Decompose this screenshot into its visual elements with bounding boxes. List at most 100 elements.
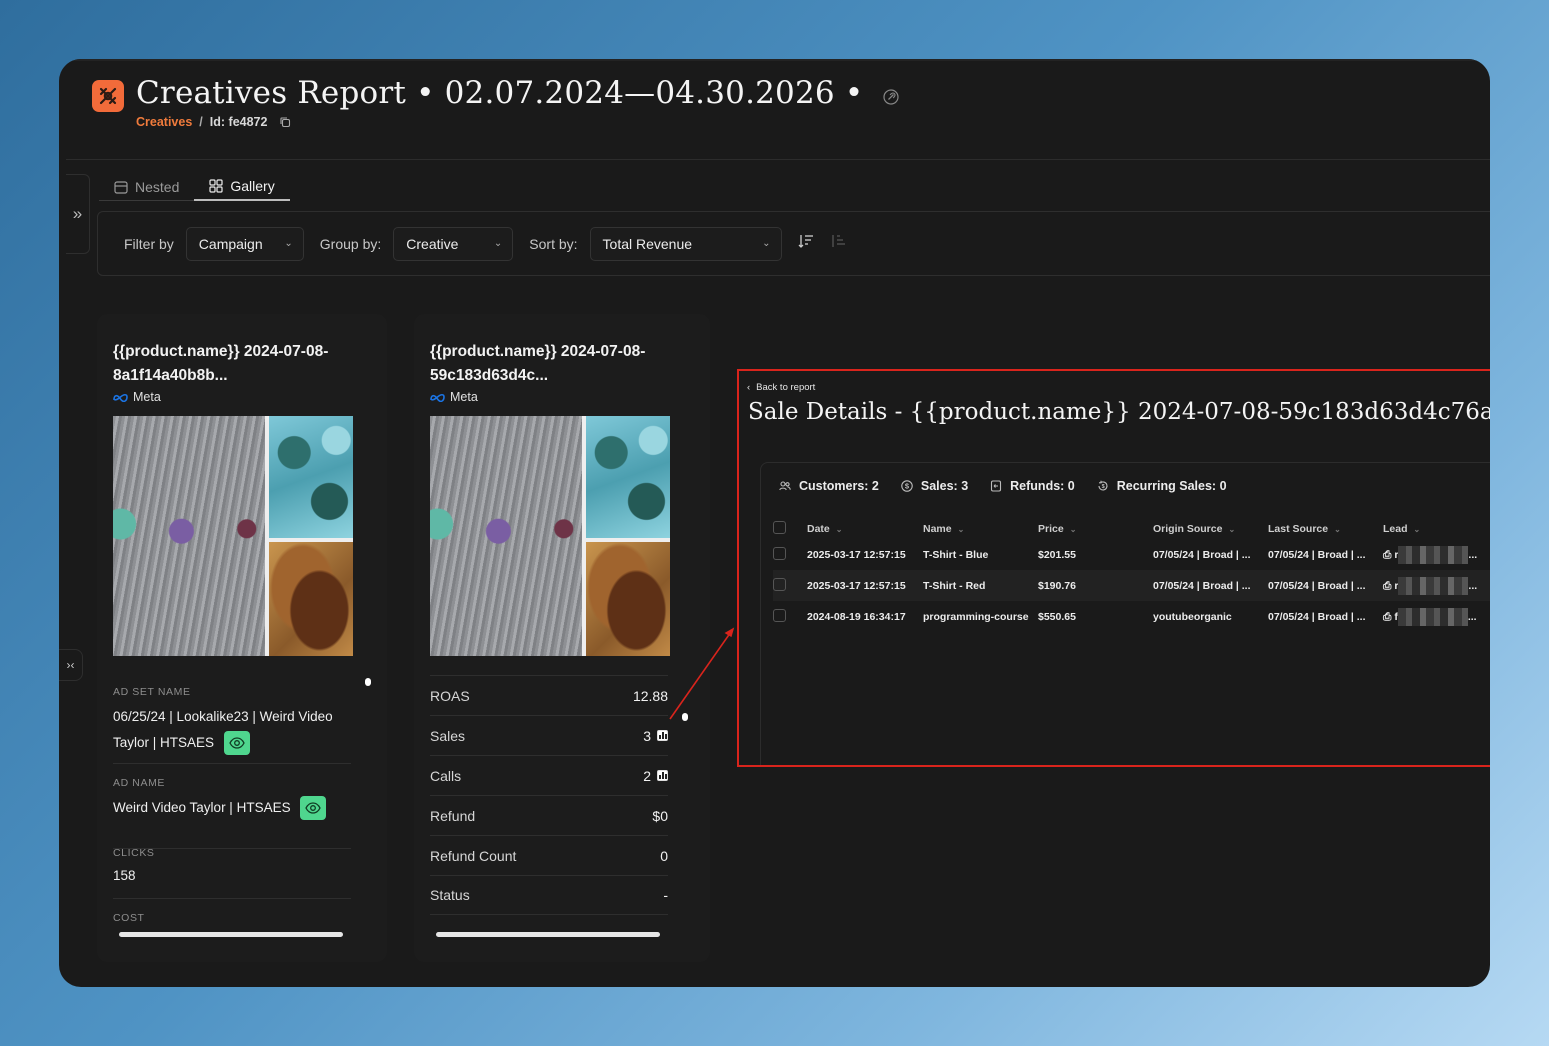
stat-refunds-label: Refunds: 0	[1010, 479, 1075, 493]
col-origin-source[interactable]: Origin Source ⌄	[1153, 519, 1268, 539]
table-row[interactable]: 2024-08-19 16:34:17 programming-course $…	[773, 601, 1490, 632]
col-lead[interactable]: Lead ⌄	[1383, 519, 1490, 539]
metric-sales: Sales 3	[430, 715, 668, 755]
sales-table: Date ⌄ Name ⌄ Price ⌄ Origin Source ⌄ Last S…	[773, 519, 1490, 632]
chevron-down-icon: ⌄	[1069, 525, 1077, 534]
recurring-icon: $	[1098, 480, 1108, 491]
tab-gallery-label: Gallery	[230, 178, 275, 194]
cell-origin: 07/05/24 | Broad | ...	[1153, 570, 1268, 601]
creative-card[interactable]: {{product.name}} 2024-07-08-8a1f14a40b8b…	[97, 314, 387, 962]
group-by-select[interactable]: Creative ⌄	[393, 226, 514, 261]
eye-icon[interactable]	[223, 731, 250, 756]
tab-gallery[interactable]: Gallery	[194, 173, 290, 201]
stat-sales-label: Sales: 3	[920, 479, 969, 493]
lead-icon: ⎙	[1383, 579, 1392, 592]
svg-text:$: $	[1101, 484, 1104, 490]
col-last-label: Last Source	[1268, 523, 1329, 535]
tab-nested[interactable]: Nested	[99, 173, 194, 201]
back-to-report-link[interactable]: ‹ Back to report	[747, 382, 815, 393]
creative-image-tile	[430, 416, 582, 656]
truncation-ellipsis: ...	[1468, 548, 1478, 561]
metric-value: 3	[643, 728, 668, 744]
metric-label: ROAS	[430, 687, 470, 704]
calls-value: 2	[643, 767, 651, 784]
cell-price: $201.55	[1038, 548, 1076, 561]
creative-image-tile	[113, 416, 265, 656]
chevron-down-icon: ⌄	[1413, 525, 1421, 534]
breadcrumb-creatives-link[interactable]: Creatives	[136, 115, 192, 129]
cell-last: 07/05/24 | Broad | ...	[1268, 570, 1383, 601]
panel-collapse-toggle[interactable]: ›‹	[59, 649, 83, 681]
app-window: Creatives Report • 02.07.2024—04.30.2026…	[59, 59, 1490, 987]
sort-by-label: Sort by:	[529, 235, 578, 252]
field-label: COST	[113, 912, 145, 924]
sale-details-panel: ‹ Back to report Sale Details - {{produc…	[737, 369, 1490, 767]
cell-lead: ⎙ r...	[1383, 539, 1490, 570]
creative-card[interactable]: {{product.name}} 2024-07-08-59c183d63d4c…	[414, 314, 710, 962]
creative-image-tile	[269, 542, 353, 656]
metric-label: Sales	[430, 727, 466, 744]
table-row[interactable]: 2025-03-17 12:57:15 T-Shirt - Blue $201.…	[773, 539, 1490, 570]
cell-price: $190.76	[1038, 570, 1153, 601]
redacted-lead	[1397, 607, 1468, 626]
horizontal-scrollbar[interactable]	[119, 932, 343, 937]
metric-value: 0	[660, 847, 668, 864]
sort-descending-icon[interactable]	[798, 233, 814, 254]
field-value: 06/25/24 | Lookalike23 | Weird Video Tay…	[113, 704, 351, 756]
creative-image[interactable]	[113, 416, 353, 656]
sales-details-icon[interactable]	[657, 730, 668, 741]
stat-customers-label: Customers: 2	[799, 479, 879, 493]
users-icon	[779, 481, 791, 491]
col-origin-label: Origin Source	[1153, 523, 1223, 535]
row-checkbox[interactable]	[773, 608, 786, 622]
chevron-down-icon: ⌄	[957, 525, 965, 534]
col-last-source[interactable]: Last Source ⌄	[1268, 519, 1383, 539]
cell-lead: ⎙ f...	[1383, 601, 1490, 632]
copy-icon[interactable]	[279, 116, 291, 131]
cell-name: T-Shirt - Red	[923, 570, 1038, 601]
truncation-ellipsis: ...	[1468, 579, 1478, 592]
select-all-checkbox[interactable]	[773, 521, 786, 534]
clicks-field: CLICKS 158	[113, 847, 351, 899]
sort-ascending-icon[interactable]	[830, 233, 846, 254]
redacted-lead	[1398, 576, 1469, 595]
top-strip	[59, 59, 1490, 61]
table-row[interactable]: 2025-03-17 12:57:15 T-Shirt - Red $190.7…	[773, 570, 1490, 601]
card-title: {{product.name}} 2024-07-08-59c183d63d4c…	[430, 343, 646, 384]
col-name[interactable]: Name ⌄	[923, 519, 1038, 539]
tab-nested-label: Nested	[135, 179, 180, 195]
col-price-label: Price	[1038, 523, 1064, 535]
metric-status: Status -	[430, 875, 668, 915]
row-checkbox[interactable]	[773, 546, 786, 560]
dollar-icon: $	[901, 480, 913, 492]
cell-date: 2025-03-17 12:57:15	[807, 548, 906, 561]
row-checkbox-cell	[773, 601, 807, 632]
clicks-value: 158	[113, 868, 136, 883]
truncation-ellipsis: ...	[1467, 610, 1477, 623]
metric-value: 2	[643, 768, 668, 784]
cell-origin: youtubeorganic	[1153, 610, 1232, 623]
horizontal-scrollbar[interactable]	[436, 932, 660, 937]
row-checkbox-cell	[773, 570, 807, 601]
sidebar-expand-toggle[interactable]: »	[66, 174, 90, 254]
metric-label: Status	[430, 887, 470, 903]
filter-by-value: Campaign	[198, 235, 263, 252]
creative-image[interactable]	[430, 416, 670, 656]
row-checkbox[interactable]	[773, 577, 786, 591]
sales-value: 3	[643, 727, 651, 744]
header-divider	[66, 159, 1490, 160]
col-date[interactable]: Date ⌄	[807, 519, 923, 539]
chevron-down-icon: ⌄	[1334, 525, 1341, 534]
col-price[interactable]: Price ⌄	[1038, 519, 1153, 539]
link-icon[interactable]	[883, 77, 900, 113]
eye-icon[interactable]	[300, 796, 327, 821]
stat-recurring-label: Recurring Sales: 0	[1116, 479, 1227, 493]
app-logo-icon	[92, 80, 124, 112]
filter-by-select[interactable]: Campaign ⌄	[185, 226, 304, 261]
breadcrumb-separator: /	[199, 115, 203, 129]
platform-label: Meta	[450, 390, 478, 404]
cost-field: COST	[113, 912, 351, 942]
calls-details-icon[interactable]	[657, 770, 668, 781]
sort-by-select[interactable]: Total Revenue ⌄	[589, 226, 782, 261]
filter-bar: Filter by Campaign ⌄ Group by: Creative ⌄ …	[97, 211, 1490, 276]
